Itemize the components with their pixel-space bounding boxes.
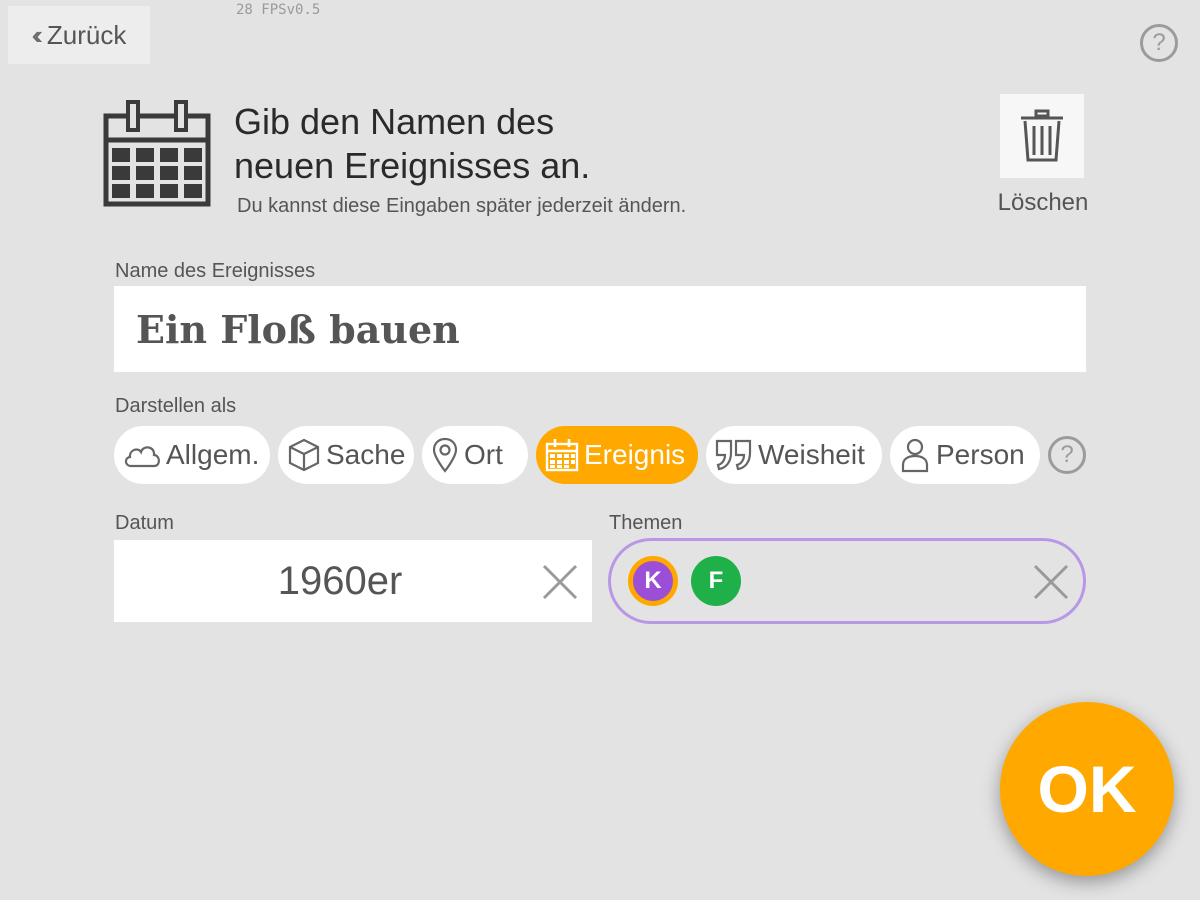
type-option-label: Allgem.: [166, 439, 260, 470]
help-icon[interactable]: ?: [1140, 24, 1178, 62]
cloud-icon: [124, 446, 160, 468]
clear-date-icon[interactable]: [540, 562, 580, 602]
delete-label: Löschen: [997, 189, 1089, 216]
display-type-help-icon[interactable]: ?: [1048, 436, 1086, 474]
type-option-ort[interactable]: Ort: [422, 426, 528, 484]
delete-button[interactable]: [1000, 94, 1084, 178]
page-subtitle: Du kannst diese Eingaben später jederzei…: [237, 195, 687, 217]
page-title-line2: neuen Ereignisses an.: [234, 145, 591, 186]
type-option-label: Person: [936, 439, 1025, 470]
type-option-sache[interactable]: Sache: [278, 426, 414, 484]
trash-icon: [1021, 109, 1063, 162]
back-button-label: Zurück: [46, 19, 127, 50]
quote-icon: [715, 439, 752, 471]
type-option-label: Weisheit: [758, 439, 865, 470]
theme-badge-letter: F: [708, 567, 724, 594]
type-option-label: Ort: [464, 439, 503, 470]
location-pin-icon: [432, 437, 458, 473]
name-field-label: Name des Ereignisses: [115, 260, 316, 282]
calendar-icon: [545, 439, 579, 472]
type-option-label: Sache: [326, 439, 406, 470]
type-option-ereignis[interactable]: Ereignis: [536, 426, 698, 484]
themes-input[interactable]: K F: [608, 538, 1086, 624]
type-option-person[interactable]: Person: [890, 426, 1040, 484]
back-button[interactable]: ‹‹ Zurück: [8, 6, 150, 64]
fps-counter: 28 FPSv0.5: [236, 2, 321, 18]
theme-badge-k[interactable]: K: [628, 556, 678, 606]
calendar-icon: [103, 100, 211, 207]
person-icon: [901, 438, 929, 473]
date-field-label: Datum: [115, 512, 174, 534]
theme-badge-f[interactable]: F: [691, 556, 741, 606]
theme-badge-letter: K: [644, 567, 662, 594]
event-name-value: Ein Floß bauen: [136, 306, 460, 352]
ok-button[interactable]: OK: [1000, 702, 1174, 876]
event-name-input[interactable]: Ein Floß bauen: [114, 286, 1086, 372]
type-option-weisheit[interactable]: Weisheit: [706, 426, 882, 484]
date-value: 1960er: [277, 558, 403, 603]
display-as-label: Darstellen als: [115, 395, 237, 417]
type-option-allgemein[interactable]: Allgem.: [114, 426, 270, 484]
page-title: Gib den Namen des neuen Ereignisses an.: [234, 100, 734, 188]
cube-icon: [288, 438, 320, 472]
date-input[interactable]: 1960er: [114, 540, 592, 622]
themes-field-label: Themen: [609, 512, 683, 534]
page-title-line1: Gib den Namen des: [234, 101, 555, 142]
double-chevron-left-icon: ‹‹: [31, 19, 44, 50]
clear-themes-icon[interactable]: [1031, 562, 1071, 602]
type-option-label: Ereignis: [584, 439, 686, 470]
